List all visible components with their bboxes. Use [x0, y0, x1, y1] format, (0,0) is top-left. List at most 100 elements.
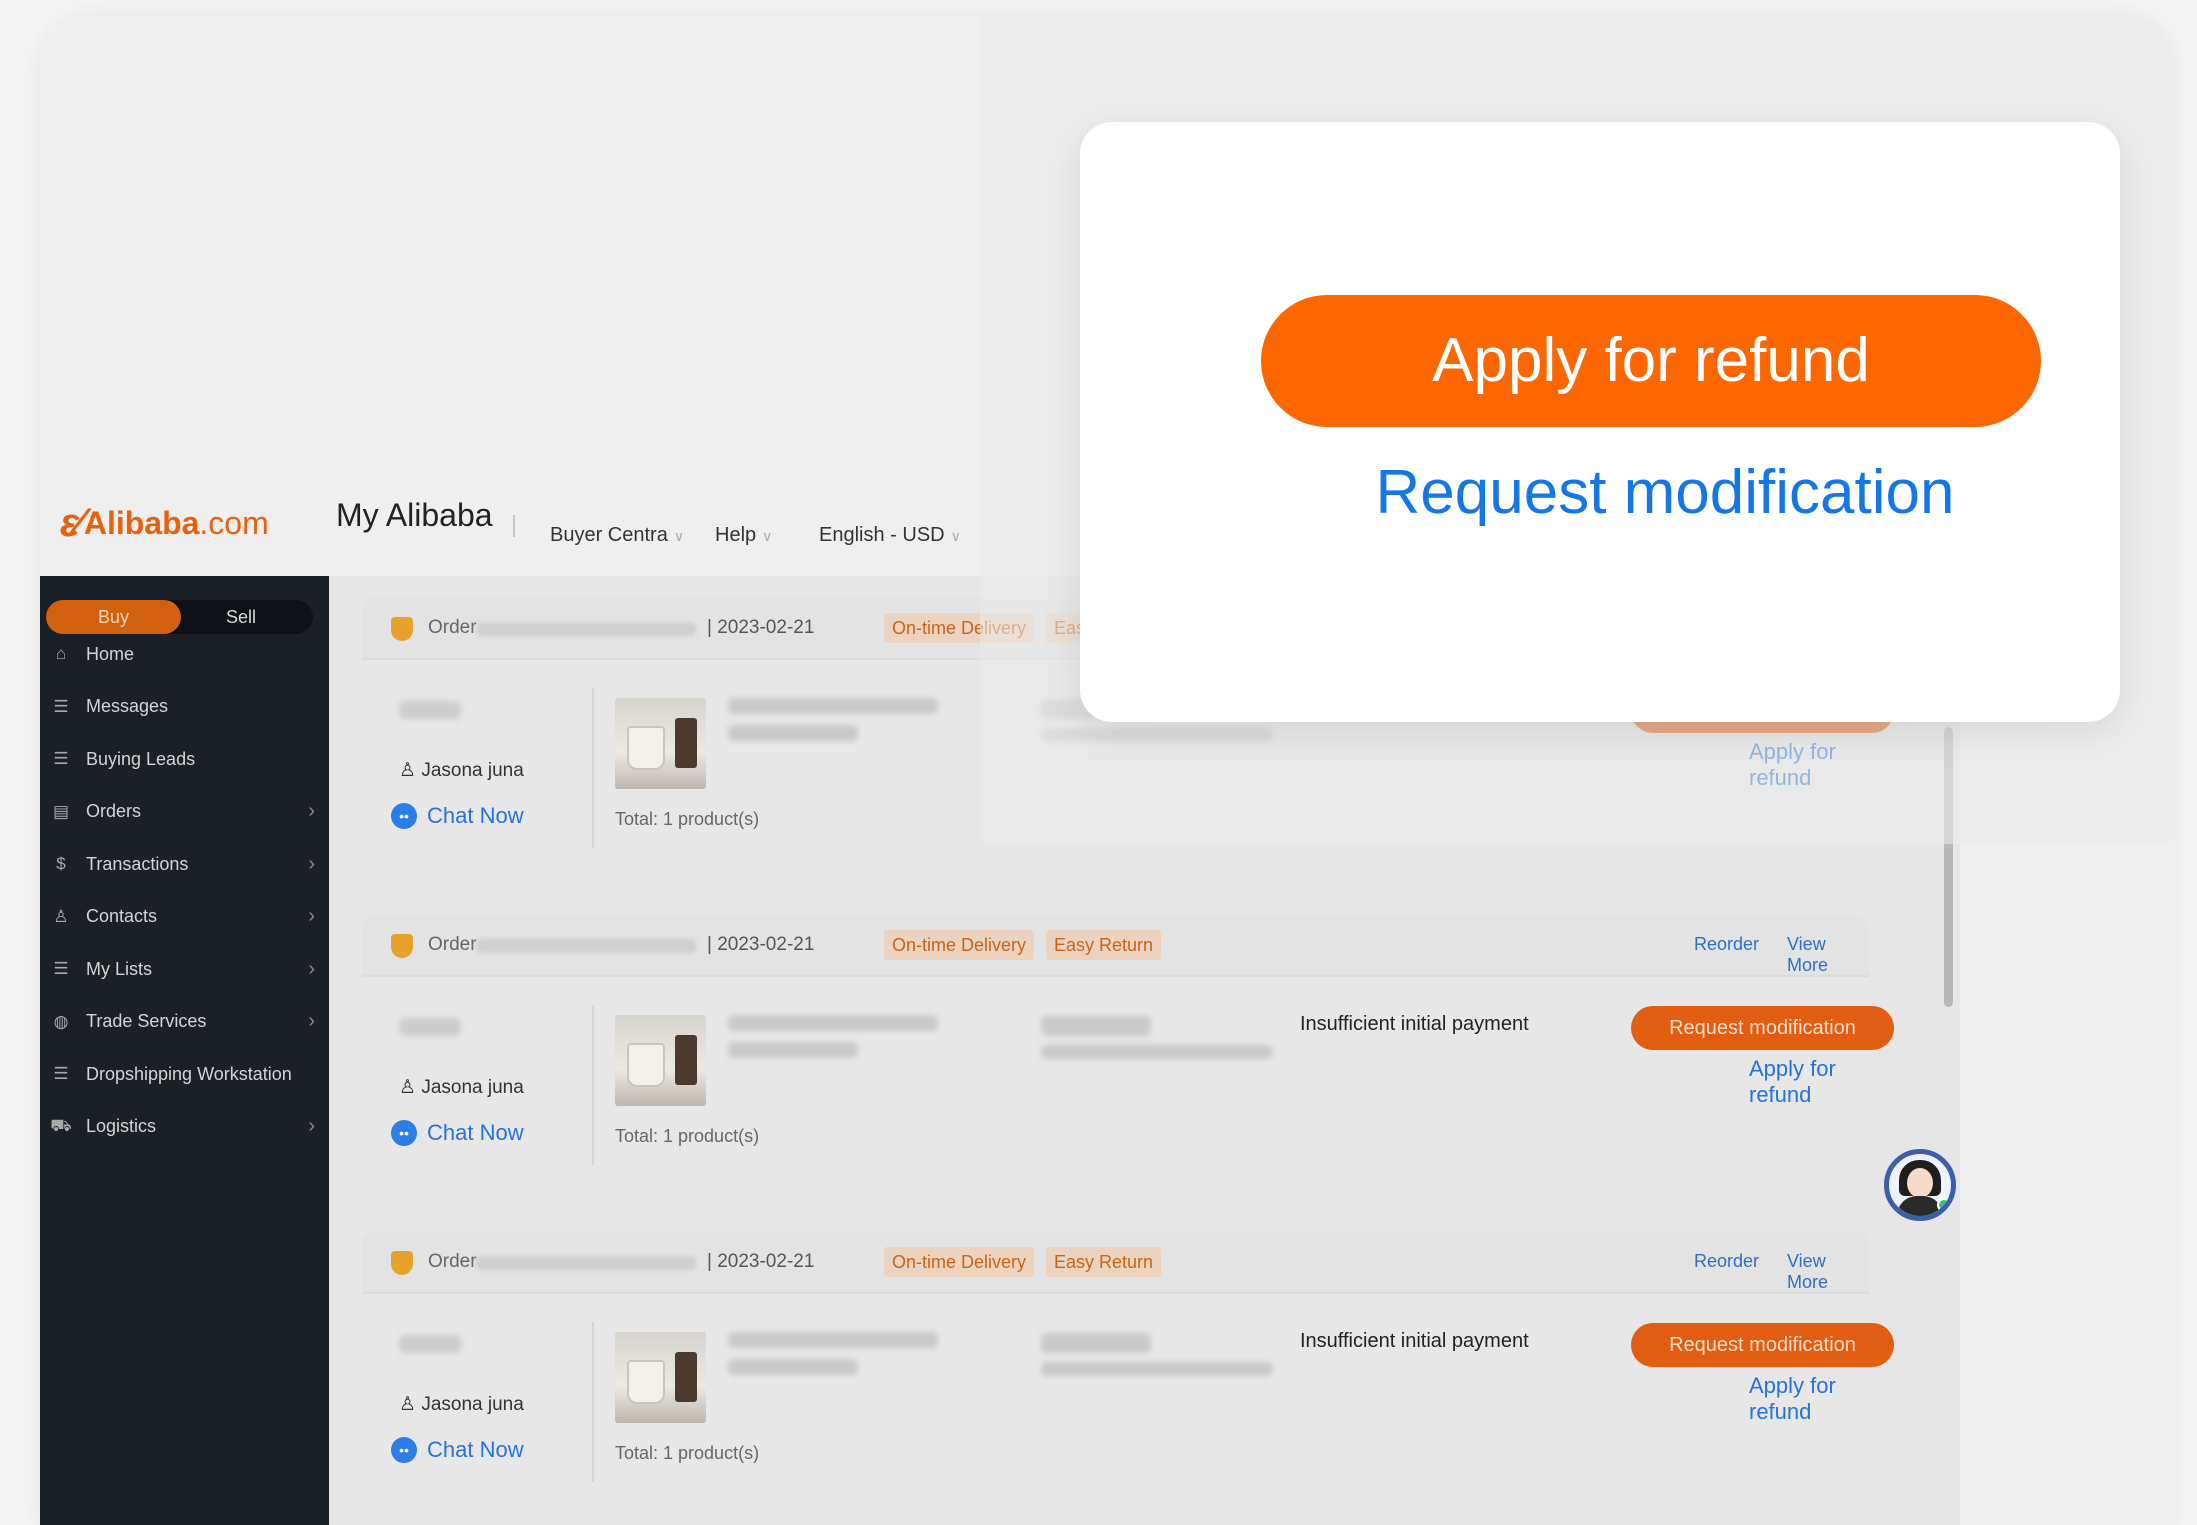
chat-now-button[interactable]: •• Chat Now [391, 1437, 524, 1463]
sidebar-item-orders[interactable]: ▤ Orders › [40, 792, 329, 832]
chevron-right-icon: › [308, 1115, 315, 1137]
buyer-name: Jasona juna [421, 1077, 524, 1098]
request-modification-link[interactable]: Request modification [1080, 457, 2173, 528]
buyer-contact: ♙ Jasona juna [399, 1076, 524, 1099]
alibaba-logo[interactable]: ɛ⁄ Alibaba .com [60, 501, 269, 546]
chat-now-label: Chat Now [427, 1437, 524, 1462]
order-label: Order [428, 617, 477, 638]
column-divider [592, 1322, 594, 1482]
chevron-down-icon: ∨ [673, 528, 685, 544]
order-amount-redacted [1041, 1333, 1151, 1353]
supplier-name-redacted [399, 1018, 461, 1036]
header-divider [513, 515, 515, 537]
list-icon: ☰ [53, 749, 69, 768]
sidebar-item-label: Dropshipping Workstation [86, 1063, 292, 1084]
chevron-right-icon: › [308, 800, 315, 822]
screenshot-frame: ɛ⁄ Alibaba .com My Alibaba Buyer Centra ∨… [40, 14, 2173, 1525]
sidebar-item-label: Home [86, 643, 135, 664]
product-thumbnail[interactable] [615, 1332, 706, 1423]
sidebar-item-label: Buying Leads [86, 748, 196, 769]
order-date: | 2023-02-21 [707, 1251, 815, 1272]
home-icon: ⌂ [55, 644, 67, 663]
chevron-down-icon: ∨ [762, 528, 773, 544]
chat-now-label: Chat Now [427, 803, 524, 828]
trade-assurance-shield-icon [391, 1251, 413, 1275]
action-popup: Apply for refund Request modification [1080, 122, 2120, 722]
sidebar-item-label: Contacts [86, 906, 158, 926]
chevron-right-icon: › [308, 1010, 315, 1032]
sidebar-item-transactions[interactable]: $ Transactions › [40, 844, 329, 884]
apply-for-refund-button[interactable]: Apply for refund [1261, 295, 2041, 427]
order-number-redacted [476, 939, 696, 953]
product-title-redacted [728, 1332, 938, 1348]
reorder-link[interactable]: Reorder [1694, 934, 1759, 955]
chat-now-button[interactable]: •• Chat Now [391, 803, 524, 829]
sidebar-item-trade-services[interactable]: ◍ Trade Services › [40, 1002, 329, 1042]
document-icon: ▤ [52, 801, 70, 821]
initial-payment-redacted [1041, 1362, 1273, 1376]
truck-icon: ⛟ [50, 1115, 72, 1135]
dollar-icon: $ [56, 854, 66, 873]
total-products: Total: 1 product(s) [615, 809, 760, 829]
trade-assurance-shield-icon [391, 617, 413, 641]
order-card: Order | 2023-02-21 On-time Delivery Easy… [362, 1232, 1894, 1522]
sidebar-item-label: Transactions [86, 853, 189, 874]
nav-language-currency[interactable]: English - USD ∨ [819, 524, 961, 547]
sell-toggle[interactable]: Sell [226, 600, 256, 634]
nav-help-label: Help [715, 524, 757, 546]
trade-assurance-shield-icon [391, 934, 413, 958]
mug-image [627, 726, 665, 770]
column-divider [592, 1005, 594, 1165]
apply-for-refund-link[interactable]: Apply for refund [1749, 739, 1869, 791]
chat-icon: •• [391, 1120, 417, 1146]
order-date: | 2023-02-21 [707, 934, 815, 955]
list-icon: ☰ [53, 959, 69, 978]
order-header: Order | 2023-02-21 On-time Delivery Easy… [362, 1232, 1869, 1294]
order-amount-redacted [1041, 1016, 1151, 1036]
sidebar-item-buying-leads[interactable]: ☰ Buying Leads [40, 739, 329, 779]
on-time-delivery-badge: On-time Delivery [884, 613, 1035, 643]
sidebar-item-dropshipping-workstation[interactable]: ☰ Dropshipping Workstation [40, 1054, 329, 1094]
chat-now-button[interactable]: •• Chat Now [391, 1120, 524, 1146]
nav-buyer-central[interactable]: Buyer Centra ∨ [550, 524, 684, 547]
assistant-avatar-icon[interactable] [1884, 1149, 1956, 1221]
product-thumbnail[interactable] [615, 698, 706, 789]
user-icon: ♙ [399, 1394, 422, 1415]
contacts-icon: ♙ [53, 906, 69, 926]
nav-help[interactable]: Help ∨ [715, 524, 772, 547]
sidebar-item-contacts[interactable]: ♙ Contacts › [40, 897, 329, 937]
total-products: Total: 1 product(s) [615, 1126, 760, 1146]
sidebar-item-logistics[interactable]: ⛟ Logistics › [40, 1107, 329, 1147]
user-icon: ♙ [399, 1077, 422, 1098]
product-thumbnail[interactable] [615, 1015, 706, 1106]
total-products: Total: 1 product(s) [615, 1443, 760, 1463]
nav-buyer-central-label: Buyer Centra [550, 524, 668, 546]
buyer-name: Jasona juna [421, 760, 524, 781]
sidebar-item-messages[interactable]: ☰ Messages [40, 687, 329, 727]
online-status-icon [1937, 1198, 1951, 1212]
sidebar-item-label: Messages [86, 696, 169, 716]
easy-return-badge: Easy Return [1046, 930, 1162, 960]
order-number-redacted [476, 622, 696, 636]
order-number-redacted [476, 1256, 696, 1270]
chat-icon: •• [391, 803, 417, 829]
view-more-link[interactable]: View More [1787, 1251, 1869, 1293]
supplier-name-redacted [399, 1335, 461, 1353]
order-label: Order [428, 934, 477, 955]
globe-icon: ◍ [53, 1011, 69, 1031]
reorder-link[interactable]: Reorder [1694, 1251, 1759, 1272]
view-more-link[interactable]: View More [1787, 934, 1869, 976]
sidebar-item-home[interactable]: ⌂ Home [40, 634, 329, 674]
sidebar: Buy Sell ⌂ Home ☰ Messages ☰ Buying Leads ▤ Ord… [40, 576, 329, 1525]
scrollbar[interactable] [1944, 727, 1953, 1007]
shelf-image [675, 1352, 697, 1402]
request-modification-button[interactable]: Request modification [1631, 1006, 1894, 1050]
buy-toggle[interactable]: Buy [46, 600, 181, 634]
order-status: Insufficient initial payment [1300, 1013, 1529, 1035]
buy-sell-toggle[interactable]: Buy Sell [46, 600, 313, 634]
apply-for-refund-link[interactable]: Apply for refund [1749, 1056, 1869, 1108]
buyer-contact: ♙ Jasona juna [399, 759, 524, 782]
apply-for-refund-link[interactable]: Apply for refund [1749, 1373, 1869, 1425]
sidebar-item-my-lists[interactable]: ☰ My Lists › [40, 949, 329, 989]
request-modification-button[interactable]: Request modification [1631, 1323, 1894, 1367]
